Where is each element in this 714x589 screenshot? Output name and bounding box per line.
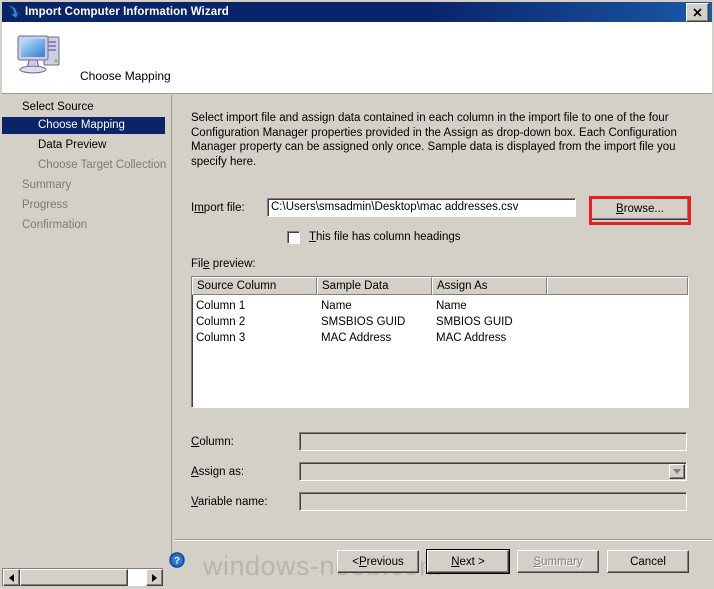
scrollbar-corner bbox=[165, 568, 183, 586]
svg-text:?: ? bbox=[174, 556, 180, 567]
cancel-label: Cancel bbox=[630, 555, 666, 568]
summary-button: Summary bbox=[517, 550, 599, 573]
table-row[interactable]: Column 3 MAC Address MAC Address bbox=[192, 330, 688, 346]
import-file-input[interactable]: C:\Users\smsadmin\Desktop\mac addresses.… bbox=[267, 198, 576, 217]
cell-blank bbox=[547, 330, 688, 346]
import-file-label: Import file: bbox=[191, 202, 245, 214]
wizard-window: Import Computer Information Wizard Choos… bbox=[0, 0, 714, 589]
assign-as-field-label-post: ssign as: bbox=[198, 466, 245, 478]
help-question-icon[interactable]: ? bbox=[169, 552, 185, 568]
cell-assign-as: SMBIOS GUID bbox=[436, 316, 513, 328]
column-header-source-column[interactable]: Source Column bbox=[192, 277, 317, 295]
window-title: Import Computer Information Wizard bbox=[25, 6, 229, 18]
variable-name-input[interactable] bbox=[299, 492, 687, 511]
close-icon bbox=[693, 7, 702, 17]
cell-source-column: Column 2 bbox=[196, 316, 246, 328]
scroll-left-arrow-icon[interactable] bbox=[3, 569, 20, 586]
cell-source-column: Column 3 bbox=[196, 332, 246, 344]
file-preview-pre: Fil bbox=[191, 258, 204, 270]
sidebar-divider bbox=[171, 95, 172, 563]
variable-name-field-label-post: ariable name: bbox=[197, 496, 268, 508]
column-field-label: Column: bbox=[191, 436, 234, 448]
content-pane: Select import file and assign data conta… bbox=[175, 95, 712, 563]
column-headings-accel: T bbox=[309, 231, 317, 243]
previous-label: revious bbox=[366, 555, 404, 568]
file-preview-post: preview: bbox=[209, 258, 256, 270]
summary-label: ummary bbox=[541, 555, 583, 568]
horizontal-scrollbar[interactable] bbox=[2, 568, 163, 586]
computer-icon bbox=[14, 30, 66, 78]
variable-name-field-label: Variable name: bbox=[191, 496, 268, 508]
wizard-steps-sidebar: Select Source Choose Mapping Data Previe… bbox=[2, 95, 166, 563]
column-header-blank[interactable] bbox=[547, 277, 688, 295]
column-field-input[interactable] bbox=[299, 432, 687, 451]
blue-arrow-icon bbox=[5, 4, 21, 20]
title-bar: Import Computer Information Wizard bbox=[2, 2, 712, 22]
assign-as-field-accel: A bbox=[191, 466, 199, 478]
footer-divider bbox=[175, 540, 712, 541]
sidebar-item-choose-mapping[interactable]: Choose Mapping bbox=[2, 117, 165, 134]
import-file-accel: m bbox=[194, 202, 204, 214]
cell-blank bbox=[547, 314, 688, 330]
sidebar-item-data-preview[interactable]: Data Preview bbox=[34, 137, 106, 154]
summary-accel: S bbox=[533, 555, 542, 568]
listview-header-row: Source Column Sample Data Assign As bbox=[192, 277, 688, 295]
scrollbar-thumb[interactable] bbox=[20, 569, 128, 586]
sidebar-item-choose-target-collection[interactable]: Choose Target Collection bbox=[34, 157, 166, 174]
column-header-sample-data[interactable]: Sample Data bbox=[317, 277, 432, 295]
cell-sample-data: Name bbox=[321, 300, 352, 312]
wizard-header: Choose Mapping bbox=[2, 22, 712, 94]
previous-button[interactable]: < Previous bbox=[337, 550, 419, 573]
cell-sample-data: SMSBIOS GUID bbox=[321, 316, 406, 328]
column-field-label-post: olumn: bbox=[199, 436, 234, 448]
previous-accel: P bbox=[358, 555, 367, 568]
assign-as-field-label: Assign as: bbox=[191, 466, 244, 478]
cell-assign-as: Name bbox=[436, 300, 467, 312]
assign-as-combobox[interactable] bbox=[299, 462, 687, 481]
next-accel: N bbox=[451, 555, 460, 568]
scrollbar-track[interactable] bbox=[20, 569, 146, 586]
file-preview-listview[interactable]: Source Column Sample Data Assign As Colu… bbox=[191, 276, 689, 408]
browse-accel: B bbox=[616, 202, 624, 215]
column-headings-checkbox[interactable] bbox=[287, 231, 300, 244]
import-file-label-post: port file: bbox=[203, 202, 245, 214]
cell-assign-as: MAC Address bbox=[436, 332, 507, 344]
page-title: Choose Mapping bbox=[80, 69, 171, 83]
cell-sample-data: MAC Address bbox=[321, 332, 392, 344]
next-button[interactable]: Next > bbox=[426, 549, 510, 574]
chevron-down-icon[interactable] bbox=[669, 464, 685, 479]
table-row[interactable]: Column 1 Name Name bbox=[192, 298, 688, 314]
sidebar-item-confirmation[interactable]: Confirmation bbox=[18, 217, 87, 234]
cancel-button[interactable]: Cancel bbox=[607, 550, 689, 573]
column-headings-label-post: his file has column headings bbox=[316, 231, 461, 243]
next-label: ext > bbox=[459, 555, 485, 568]
column-header-assign-as[interactable]: Assign As bbox=[432, 277, 547, 295]
variable-name-field-accel: V bbox=[191, 496, 198, 508]
file-preview-label: File preview: bbox=[191, 258, 256, 270]
browse-button[interactable]: Browse... bbox=[591, 197, 689, 220]
scroll-right-arrow-icon[interactable] bbox=[146, 569, 163, 586]
sidebar-item-progress[interactable]: Progress bbox=[18, 197, 68, 214]
cell-source-column: Column 1 bbox=[196, 300, 246, 312]
previous-pre: < bbox=[352, 555, 359, 568]
column-headings-label: This file has column headings bbox=[309, 231, 461, 243]
close-button[interactable] bbox=[686, 2, 709, 22]
sidebar-item-select-source[interactable]: Select Source bbox=[18, 99, 94, 116]
cell-blank bbox=[547, 298, 688, 314]
instructions-text: Select import file and assign data conta… bbox=[191, 112, 677, 168]
browse-label: rowse... bbox=[623, 202, 664, 215]
sidebar-item-summary[interactable]: Summary bbox=[18, 177, 71, 194]
table-row[interactable]: Column 2 SMSBIOS GUID SMBIOS GUID bbox=[192, 314, 688, 330]
